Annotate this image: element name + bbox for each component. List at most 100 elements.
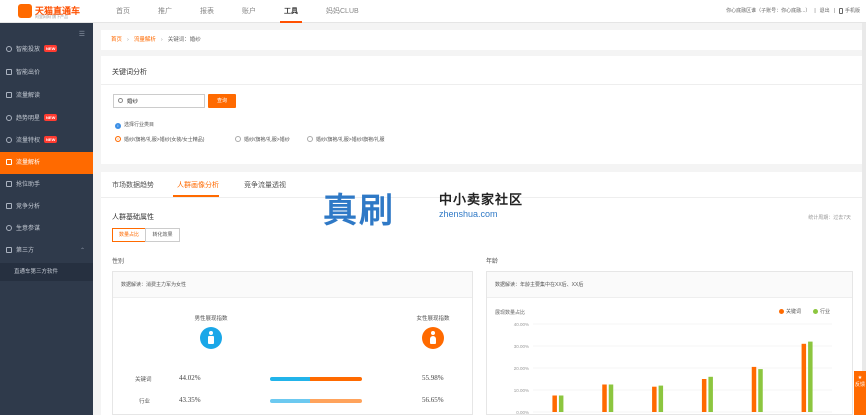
logout-link[interactable]: 退出 bbox=[820, 8, 830, 14]
sidebar-item-label: 智能投放 bbox=[16, 47, 41, 53]
category-hint: i 选择行业类目 bbox=[115, 121, 154, 129]
sidebar-item-label: 趋势明星 bbox=[16, 116, 41, 122]
breadcrumb: 首页 › 流量解析 › 关键词：婚纱 bbox=[101, 30, 865, 50]
radio-icon bbox=[235, 136, 241, 142]
sidebar-item-label: 流量解读 bbox=[16, 93, 41, 99]
radio-label: 婚纱/旗袍/礼服>婚纱/旗袍/礼服 bbox=[316, 137, 385, 143]
keyword-search-input[interactable] bbox=[127, 96, 202, 106]
sidebar-item-position-helper[interactable]: 抢位助手 bbox=[0, 174, 93, 196]
sidebar-item-label: 生意参谋 bbox=[16, 226, 41, 232]
section-title: 人群基础属性 bbox=[112, 214, 154, 221]
category-radio-1[interactable]: 婚纱/旗袍/礼服>婚纱(女装/女士精品) bbox=[115, 136, 204, 143]
divider bbox=[101, 197, 865, 198]
gender-bar-industry bbox=[270, 399, 362, 403]
age-label: 年龄 bbox=[486, 259, 499, 265]
age-bar-chart: 展现数量占比0.00%10.00%20.00%30.00%40.00%60后70… bbox=[495, 309, 832, 415]
breadcrumb-current: 关键词：婚纱 bbox=[167, 37, 201, 43]
chevron-up-icon: ⌃ bbox=[79, 248, 85, 254]
card-title: 关键词分析 bbox=[112, 69, 147, 76]
keyword-search-box[interactable] bbox=[113, 94, 205, 108]
sidebar-item-business[interactable]: 生意参谋 bbox=[0, 218, 93, 240]
bar-industry bbox=[608, 384, 614, 412]
nav-tab-account[interactable]: 账户 bbox=[242, 0, 256, 23]
segment-conversion[interactable]: 转化效果 bbox=[145, 228, 180, 242]
chart-icon bbox=[6, 46, 12, 52]
radio-icon bbox=[307, 136, 313, 142]
sidebar-item-competition[interactable]: 竞争分析 bbox=[0, 196, 93, 218]
bar-industry bbox=[658, 385, 664, 412]
y-tick-label: 30.00% bbox=[514, 344, 529, 349]
sidebar-item-smart-launch[interactable]: 智能投放 NEW bbox=[0, 39, 93, 61]
nav-tab-club[interactable]: 妈妈CLUB bbox=[326, 0, 359, 23]
new-badge: NEW bbox=[44, 136, 58, 143]
bar-keyword bbox=[602, 384, 607, 412]
feedback-label: 反馈 bbox=[854, 382, 865, 388]
row-label-industry: 行业 bbox=[139, 399, 151, 405]
male-value-keyword: 44.02% bbox=[179, 374, 201, 382]
female-index-column: 女性展现指数 bbox=[403, 314, 463, 349]
sidebar-item-smart-bid[interactable]: 智能出价 bbox=[0, 62, 93, 84]
breadcrumb-home[interactable]: 首页 bbox=[111, 37, 122, 43]
sidebar-item-flow-read[interactable]: 流量解读 bbox=[0, 85, 93, 107]
bar-keyword bbox=[801, 343, 807, 412]
nav-tab-tools[interactable]: 工具 bbox=[280, 0, 302, 23]
sidebar: ☰ 智能投放 NEW 智能出价 流量解读 趋势明星 NEW 流量特权 NEW 流量解析… bbox=[0, 23, 93, 415]
male-icon bbox=[200, 327, 222, 349]
female-index-label: 女性展现指数 bbox=[416, 316, 450, 322]
bar-keyword bbox=[751, 366, 757, 412]
chevron-right-icon: › bbox=[127, 37, 129, 43]
analysis-icon bbox=[6, 159, 12, 165]
gender-bar-keyword bbox=[270, 377, 362, 381]
sidebar-subitem-third-party-software[interactable]: 直通车第三方软件 bbox=[0, 263, 93, 281]
feedback-button[interactable]: ★ 反馈 bbox=[854, 371, 866, 415]
keyword-analysis-card: 关键词分析 查询 i选择行业类目 婚纱/旗袍/礼服>婚纱(女装/女士精品) 婚纱… bbox=[101, 56, 865, 164]
nav-tab-home[interactable]: 首页 bbox=[116, 0, 130, 23]
chevron-right-icon: › bbox=[160, 37, 163, 43]
user-info: 你心底融区谁（子账号：你心底融...） | 退出 | 手机版 bbox=[726, 7, 860, 14]
tab-crowd-portrait[interactable]: 人群画像分析 bbox=[177, 180, 219, 190]
category-radio-2[interactable]: 婚纱/旗袍/礼服>婚纱 bbox=[235, 136, 290, 143]
sidebar-item-trend-star[interactable]: 趋势明星 NEW bbox=[0, 108, 93, 130]
bar-keyword bbox=[701, 379, 707, 412]
age-interpretation: 数据解读：年龄主要集中在XX后、XX后 bbox=[487, 272, 852, 298]
logo-icon bbox=[18, 4, 32, 18]
divider bbox=[101, 84, 865, 85]
male-index-column: 男性展现指数 bbox=[181, 314, 241, 349]
tab-market-trend[interactable]: 市场数据趋势 bbox=[112, 180, 154, 190]
nav-tab-report[interactable]: 报表 bbox=[200, 0, 214, 23]
gender-panel: 数据解读：消费主力军为女性 男性展现指数 女性展现指数 关键词 44.02% 5… bbox=[112, 271, 473, 415]
female-value-industry: 56.65% bbox=[422, 396, 444, 404]
sidebar-item-label: 流量特权 bbox=[16, 138, 41, 144]
male-index-label: 男性展现指数 bbox=[194, 316, 228, 322]
male-value-industry: 43.35% bbox=[179, 396, 201, 404]
radio-checked-icon bbox=[115, 136, 121, 142]
tab-competition-flow[interactable]: 竞争流量透视 bbox=[244, 180, 286, 190]
male-bar bbox=[270, 399, 310, 403]
category-radio-3[interactable]: 婚纱/旗袍/礼服>婚纱/旗袍/礼服 bbox=[307, 136, 384, 143]
row-label-keyword: 关键词 bbox=[135, 377, 152, 383]
mobile-link[interactable]: 手机版 bbox=[845, 8, 860, 14]
collapse-icon[interactable]: ☰ bbox=[79, 30, 85, 38]
sidebar-item-flow-analysis[interactable]: 流量解析 bbox=[0, 152, 93, 174]
breadcrumb-section[interactable]: 流量解析 bbox=[134, 37, 156, 43]
segment-quantity[interactable]: 数量占比 bbox=[112, 228, 146, 242]
brand-subtitle: 阿里妈妈 旗下产品 bbox=[35, 14, 69, 19]
search-button[interactable]: 查询 bbox=[208, 94, 236, 108]
bar-industry bbox=[758, 369, 763, 412]
user-account[interactable]: 你心底融区谁（子账号：你心底融...） bbox=[726, 8, 810, 14]
nav-tab-promote[interactable]: 推广 bbox=[158, 0, 172, 23]
gender-label: 性别 bbox=[112, 259, 125, 265]
info-icon: i bbox=[115, 123, 121, 129]
brand-logo[interactable]: 天猫直通车 阿里妈妈 旗下产品 bbox=[18, 4, 108, 19]
sidebar-item-flow-privilege[interactable]: 流量特权 NEW bbox=[0, 130, 93, 152]
page-scrollbar[interactable] bbox=[862, 23, 866, 415]
phone-icon bbox=[838, 7, 843, 14]
female-icon bbox=[422, 327, 444, 349]
radio-label: 婚纱/旗袍/礼服>婚纱(女装/女士精品) bbox=[124, 137, 205, 143]
thirdparty-icon bbox=[6, 247, 12, 253]
female-bar bbox=[310, 377, 362, 381]
sidebar-item-third-party[interactable]: 第三方 ⌃ bbox=[0, 240, 93, 262]
sidebar-item-label: 竞争分析 bbox=[16, 204, 41, 210]
female-value-keyword: 55.98% bbox=[422, 374, 444, 382]
top-navbar: 天猫直通车 阿里妈妈 旗下产品 首页 推广 报表 账户 工具 妈妈CLUB 你心… bbox=[0, 0, 866, 23]
